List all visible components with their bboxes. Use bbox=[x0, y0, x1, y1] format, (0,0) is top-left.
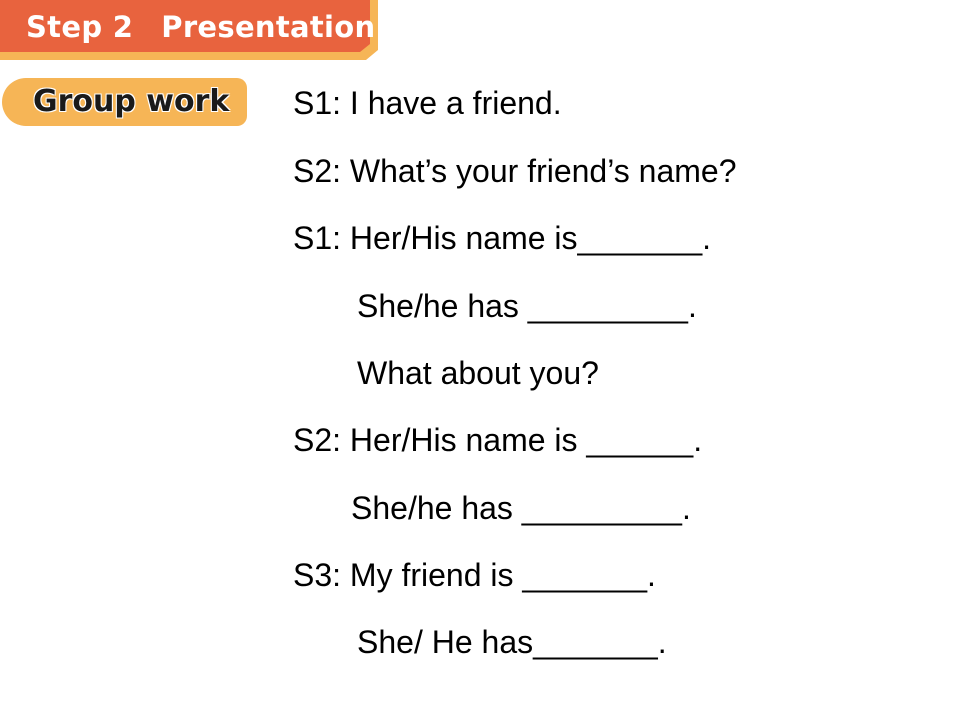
dialogue-line: S2: What’s your friend’s name? bbox=[293, 153, 737, 189]
dialogue-line: What about you? bbox=[357, 355, 599, 391]
dialogue-line: S1: I have a friend. bbox=[293, 85, 562, 121]
dialogue: S1: I have a friend. S2: What’s your fri… bbox=[0, 0, 960, 720]
dialogue-line: She/he has _________. bbox=[357, 288, 697, 324]
dialogue-line: S1: Her/His name is_______. bbox=[293, 220, 711, 256]
dialogue-line: S3: My friend is _______. bbox=[293, 557, 656, 593]
dialogue-line: She/ He has_______. bbox=[357, 624, 667, 660]
dialogue-line: She/he has _________. bbox=[351, 490, 691, 526]
dialogue-line: S2: Her/His name is ______. bbox=[293, 422, 703, 458]
